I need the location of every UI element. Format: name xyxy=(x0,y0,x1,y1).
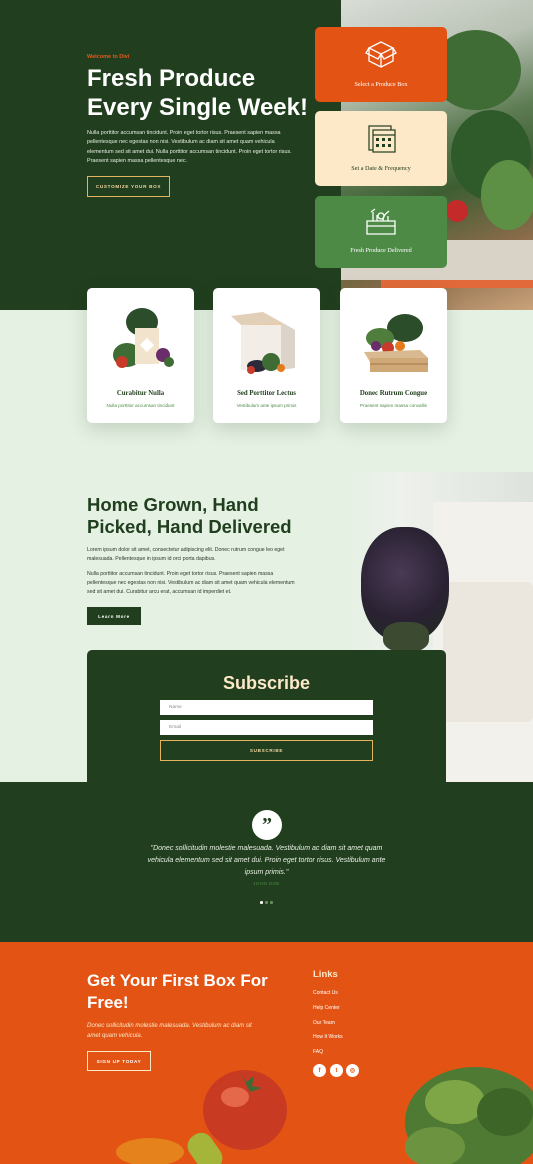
footer-title: Get Your First Box For Free! xyxy=(87,971,268,1012)
about-title: Home Grown, Hand Picked, Hand Delivered xyxy=(87,494,292,537)
name-field[interactable]: Name xyxy=(160,700,373,715)
subscribe-title: Subscribe xyxy=(222,673,311,693)
testimonial-author: JOHN DOE xyxy=(253,881,280,886)
product-card[interactable]: Curabitur Nulla Nulla porttitor accumsan… xyxy=(87,288,194,423)
footer-link-team[interactable]: Our Team xyxy=(313,1020,335,1026)
step-set-date-card[interactable]: Set a Date & Frequency xyxy=(315,111,447,186)
footer-link-how-it-works[interactable]: How It Works xyxy=(313,1034,343,1040)
step-delivered-card[interactable]: Fresh Produce Delivered xyxy=(315,196,447,268)
footer-text: Donec sollicitudin molestie malesuada. V… xyxy=(87,1023,252,1039)
customize-box-button[interactable]: Customize Your Box xyxy=(87,176,170,197)
product-description: Praesent sapien massa convallis xyxy=(360,403,427,408)
hero-title: Fresh Produce Every Single Week! xyxy=(87,65,308,121)
product-name: Donec Rutrum Congue xyxy=(359,390,428,397)
instagram-icon[interactable]: ◎ xyxy=(346,1064,359,1077)
step-label: Fresh Produce Delivered xyxy=(350,247,412,254)
hero-text: Nulla porttitor accumsan tincidunt. Proi… xyxy=(87,130,292,165)
box-icon xyxy=(365,41,397,69)
lettuce-image xyxy=(405,1067,533,1164)
step-label: Set a Date & Frequency xyxy=(351,165,411,172)
produce-bag-image xyxy=(113,308,174,368)
footer-link-contact[interactable]: Contact Us xyxy=(313,990,338,996)
product-card[interactable]: Sed Porttitor Lectus Vestibulum ante ips… xyxy=(213,288,320,423)
learn-more-button[interactable]: Learn More xyxy=(87,607,141,625)
facebook-icon[interactable]: f xyxy=(313,1064,326,1077)
footer-link-help[interactable]: Help Center xyxy=(313,1005,340,1011)
produce-crate-image xyxy=(364,314,428,372)
sign-up-button[interactable]: Sign Up Today xyxy=(87,1051,151,1071)
links-heading: Links xyxy=(313,969,338,980)
subscribe-panel xyxy=(87,650,446,782)
calendar-icon xyxy=(368,125,396,153)
twitter-icon[interactable]: t xyxy=(330,1064,343,1077)
about-paragraph: Lorem ipsum dolor sit amet, consectetur … xyxy=(87,547,285,562)
slider-dot[interactable] xyxy=(270,901,273,904)
basket-icon xyxy=(366,208,396,235)
product-description: Nulla porttitor accumsan tincidunt xyxy=(106,403,175,408)
footer-link-faq[interactable]: FAQ xyxy=(313,1049,323,1055)
hero-eyebrow: Welcome to Divi xyxy=(87,54,130,60)
slider-dot-active[interactable] xyxy=(260,901,263,904)
product-description: Vestibulum ante ipsum primis xyxy=(236,403,297,408)
email-field[interactable]: Email xyxy=(160,720,373,735)
produce-box-image xyxy=(231,312,295,374)
subscribe-button[interactable]: Subscribe xyxy=(160,740,373,761)
product-name: Sed Porttitor Lectus xyxy=(237,390,296,397)
product-card[interactable]: Donec Rutrum Congue Praesent sapien mass… xyxy=(340,288,447,423)
slider-dot[interactable] xyxy=(265,901,268,904)
about-paragraph: Nulla porttitor accumsan tincidunt. Proi… xyxy=(87,571,295,595)
testimonial-text: "Donec sollicitudin molestie malesuada. … xyxy=(147,845,386,876)
quote-icon: ” xyxy=(252,810,282,840)
step-label: Select a Produce Box xyxy=(354,81,408,88)
product-name: Curabitur Nulla xyxy=(116,390,165,397)
step-select-box-card[interactable]: Select a Produce Box xyxy=(315,27,447,102)
